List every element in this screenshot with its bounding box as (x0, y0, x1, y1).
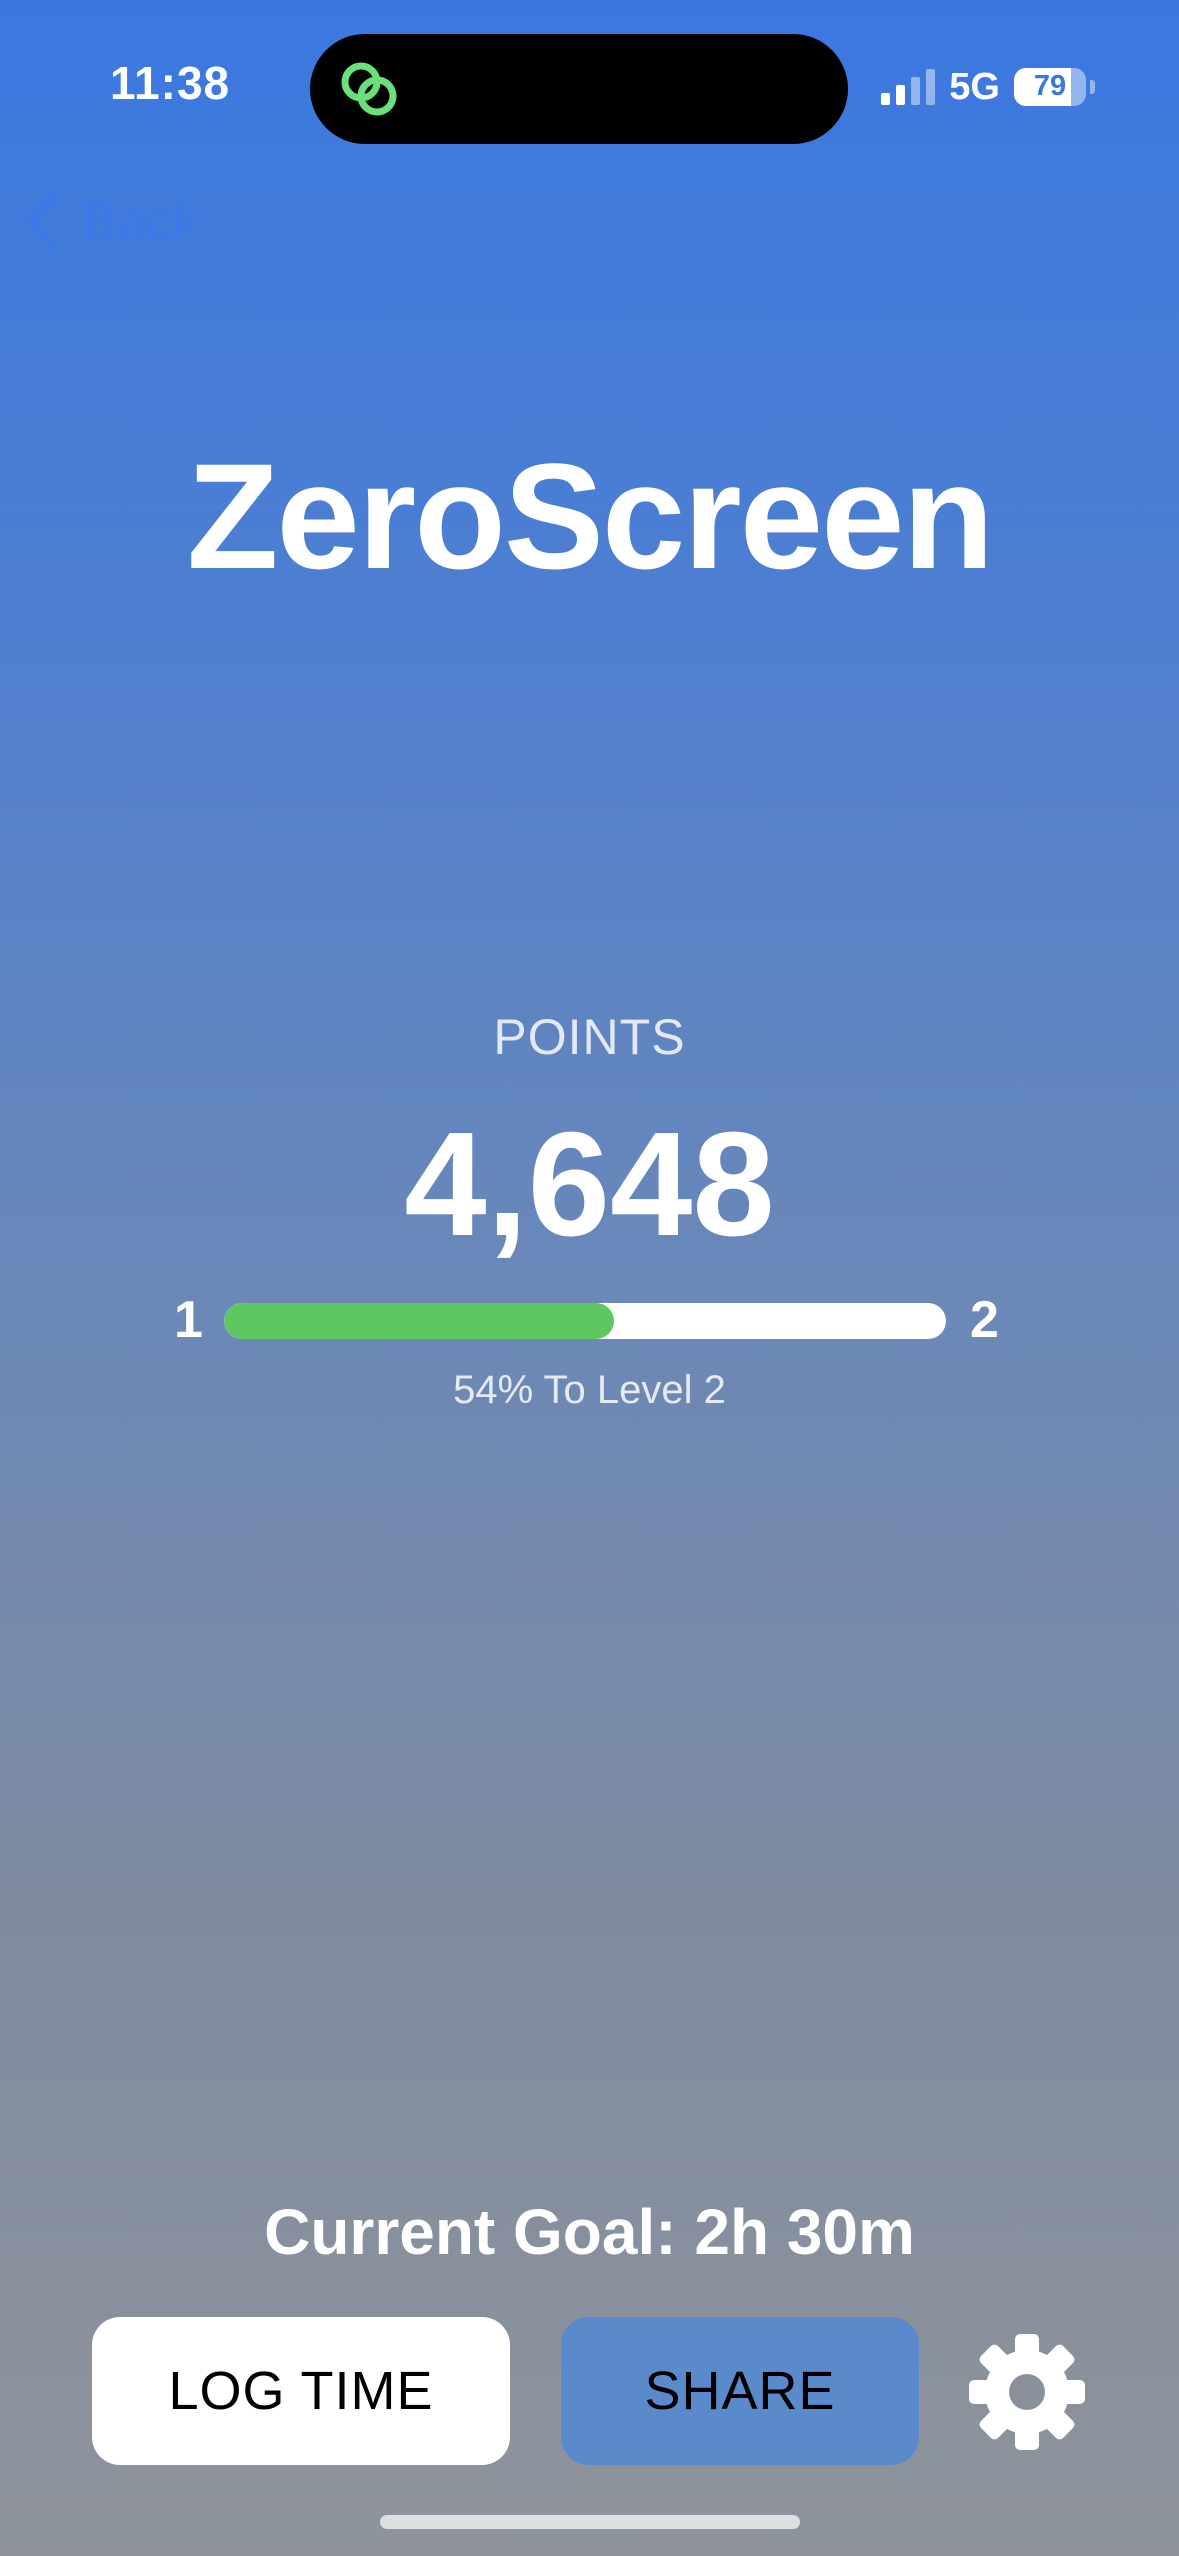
back-label: Back (82, 193, 198, 251)
battery-icon: 79 (1014, 68, 1086, 106)
current-level: 1 (174, 1291, 203, 1349)
current-goal: Current Goal: 2h 30m (264, 2196, 915, 2268)
dynamic-island[interactable] (310, 34, 848, 144)
linked-rings-icon (341, 62, 397, 116)
log-time-button[interactable]: LOG TIME (92, 2317, 510, 2465)
log-time-label: LOG TIME (168, 2361, 434, 2421)
level-progress-fill (224, 1303, 614, 1339)
points-label: POINTS (493, 1009, 686, 1065)
status-indicators: 5G 79 (881, 62, 1095, 112)
next-level: 2 (970, 1291, 999, 1349)
battery-nub (1090, 80, 1095, 94)
home-indicator[interactable] (380, 2515, 800, 2529)
settings-gear-icon[interactable] (965, 2330, 1089, 2454)
status-time: 11:38 (110, 57, 231, 109)
app-title: ZeroScreen (186, 432, 994, 600)
chevron-left-icon (26, 192, 58, 252)
back-button[interactable]: Back (24, 192, 198, 252)
level-progress-text: 54% To Level 2 (453, 1368, 726, 1412)
share-label: SHARE (644, 2361, 836, 2421)
share-button[interactable]: SHARE (561, 2317, 919, 2465)
level-progress-bar (224, 1303, 946, 1339)
battery-percentage: 79 (1033, 70, 1067, 102)
cellular-signal-icon (881, 69, 936, 105)
points-value: 4,648 (404, 1102, 775, 1267)
network-type: 5G (949, 65, 1000, 108)
